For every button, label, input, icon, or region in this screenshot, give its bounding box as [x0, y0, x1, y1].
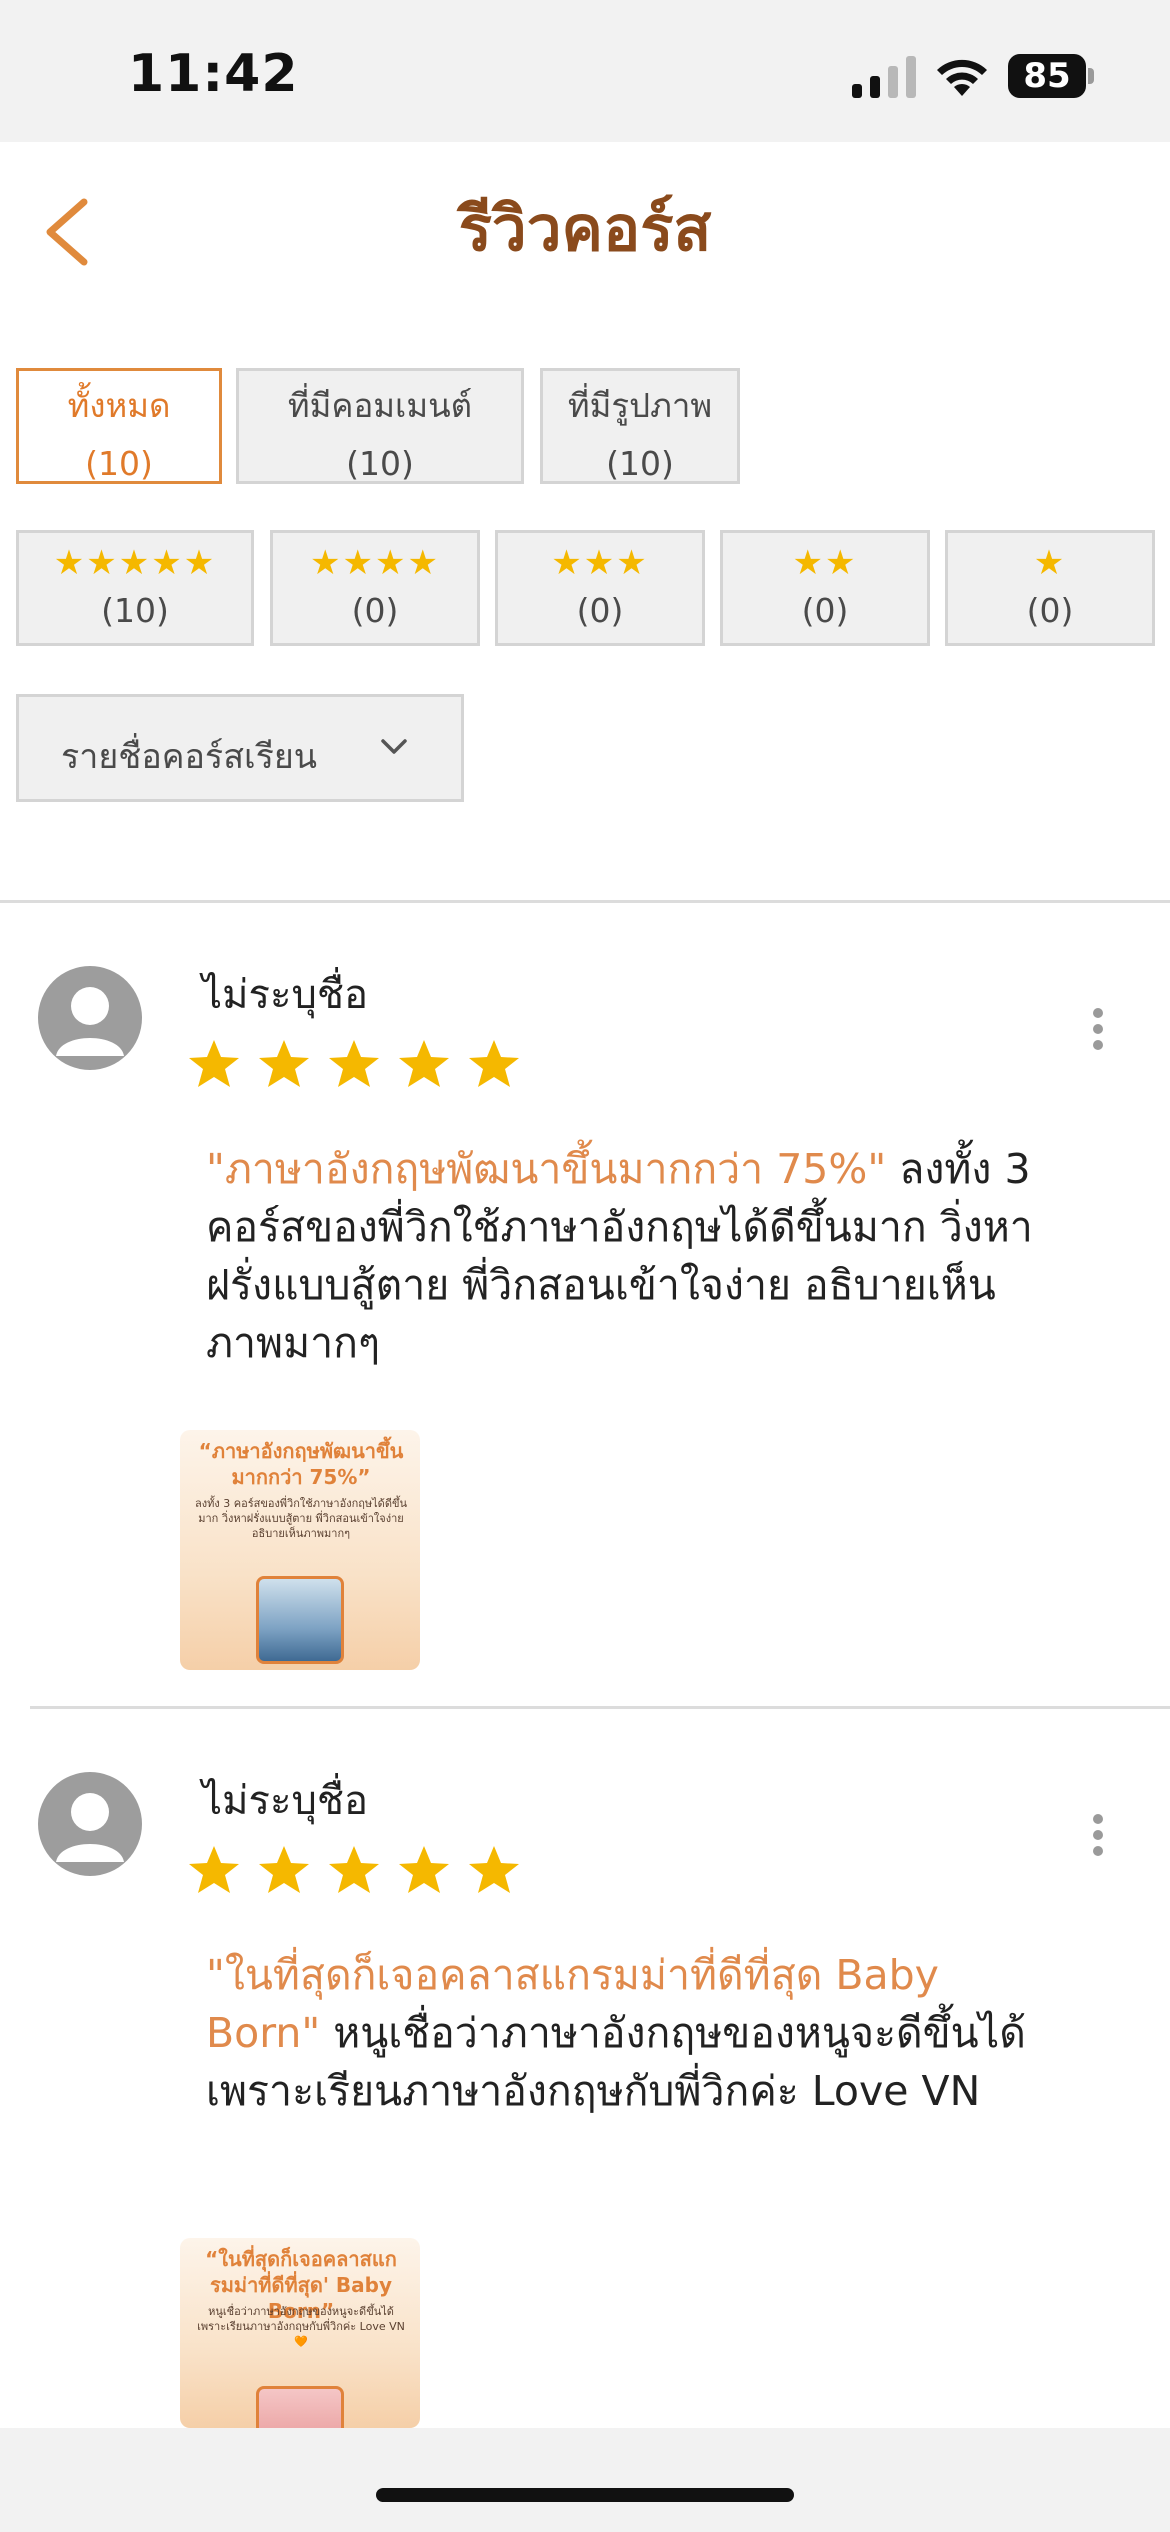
section-divider	[0, 900, 1170, 903]
star-icons: ★★	[792, 543, 858, 583]
star-icon	[469, 1846, 519, 1893]
review-quote: "ภาษาอังกฤษพัฒนาขึ้นมากกว่า 75%"	[206, 1145, 887, 1193]
user-icon	[56, 1793, 124, 1862]
battery-level: 85	[1008, 54, 1086, 98]
star-icon	[189, 1040, 239, 1087]
tab-label: ทั้งหมด	[67, 386, 171, 425]
chevron-down-icon	[381, 739, 407, 754]
star-icons: ★★★★★	[53, 543, 217, 583]
filter-count: (0)	[801, 591, 849, 630]
cellular-signal-icon	[852, 56, 916, 98]
user-icon	[56, 987, 124, 1056]
star-icons: ★★★	[551, 543, 649, 583]
course-list-dropdown[interactable]: รายชื่อคอร์สเรียน	[16, 694, 464, 802]
filter-2-stars[interactable]: ★★ (0)	[720, 530, 930, 646]
review-photo[interactable]: “ภาษาอังกฤษพัฒนาขึ้นมากกว่า 75%” ลงทั้ง …	[180, 1430, 420, 1670]
star-icon	[259, 1846, 309, 1893]
more-options-icon[interactable]	[1090, 1812, 1106, 1858]
filter-3-stars[interactable]: ★★★ (0)	[495, 530, 705, 646]
reviewer-name: ไม่ระบุชื่อ	[202, 972, 369, 1018]
star-icon	[329, 1040, 379, 1087]
star-icon	[399, 1846, 449, 1893]
filter-count: (0)	[576, 591, 624, 630]
filter-count: (0)	[351, 591, 399, 630]
reviewer-portrait	[256, 1576, 344, 1664]
battery-icon: 85	[1008, 54, 1094, 98]
status-bar: 11:42 85	[0, 0, 1170, 142]
filter-4-stars[interactable]: ★★★★ (0)	[270, 530, 480, 646]
tab-with-comment[interactable]: ที่มีคอมเมนต์ (10)	[236, 368, 524, 484]
filter-1-star[interactable]: ★ (0)	[945, 530, 1155, 646]
avatar	[38, 1772, 142, 1876]
filter-count: (0)	[1026, 591, 1074, 630]
star-icon	[399, 1040, 449, 1087]
wifi-icon	[937, 59, 987, 96]
tab-with-photo[interactable]: ที่มีรูปภาพ (10)	[540, 368, 740, 484]
star-icons: ★★★★	[310, 543, 440, 583]
tab-label: ที่มีคอมเมนต์	[287, 386, 473, 425]
star-icon	[329, 1846, 379, 1893]
rating-stars	[189, 1040, 519, 1087]
star-icon	[469, 1040, 519, 1087]
reviewer-name: ไม่ระบุชื่อ	[202, 1778, 369, 1824]
home-indicator[interactable]	[376, 2488, 794, 2502]
filter-count: (10)	[101, 591, 169, 630]
dropdown-label: รายชื่อคอร์สเรียน	[61, 737, 317, 777]
photo-caption: หนูเชื่อว่าภาษาอังกฤษของหนูจะดีขึ้นได้ เ…	[197, 2305, 405, 2348]
more-options-icon[interactable]	[1090, 1006, 1106, 1052]
tab-all[interactable]: ทั้งหมด (10)	[16, 368, 222, 484]
reviewer-portrait	[256, 2386, 344, 2428]
photo-caption: ลงทั้ง 3 คอร์สของพี่วิกใช้ภาษาอังกฤษได้ด…	[195, 1497, 407, 1540]
photo-quote: “ภาษาอังกฤษพัฒนาขึ้นมากกว่า 75%”	[198, 1439, 404, 1489]
review-divider	[30, 1706, 1170, 1709]
status-time: 11:42	[128, 44, 299, 104]
star-icon	[189, 1846, 239, 1893]
rating-stars	[189, 1846, 519, 1893]
filter-5-stars[interactable]: ★★★★★ (10)	[16, 530, 254, 646]
star-icons: ★	[1033, 543, 1067, 583]
tab-count: (10)	[85, 444, 153, 483]
tab-label: ที่มีรูปภาพ	[567, 386, 713, 425]
tab-count: (10)	[346, 444, 414, 483]
review-text: "ในที่สุดก็เจอคลาสแกรมม่าที่ดีที่สุด Bab…	[206, 1946, 1066, 2120]
bottom-safe-area	[0, 2428, 1170, 2532]
review-text: "ภาษาอังกฤษพัฒนาขึ้นมากกว่า 75%" ลงทั้ง …	[206, 1140, 1066, 1372]
review-photo[interactable]: “ในที่สุดก็เจอคลาสแกรมม่าที่ดีที่สุด' Ba…	[180, 2238, 420, 2428]
review-body: หนูเชื่อว่าภาษาอังกฤษของหนูจะดีขึ้นได้เพ…	[206, 2009, 1026, 2115]
avatar	[38, 966, 142, 1070]
star-icon	[259, 1040, 309, 1087]
tab-count: (10)	[606, 444, 674, 483]
page-title: รีวิวคอร์ส	[458, 192, 712, 265]
